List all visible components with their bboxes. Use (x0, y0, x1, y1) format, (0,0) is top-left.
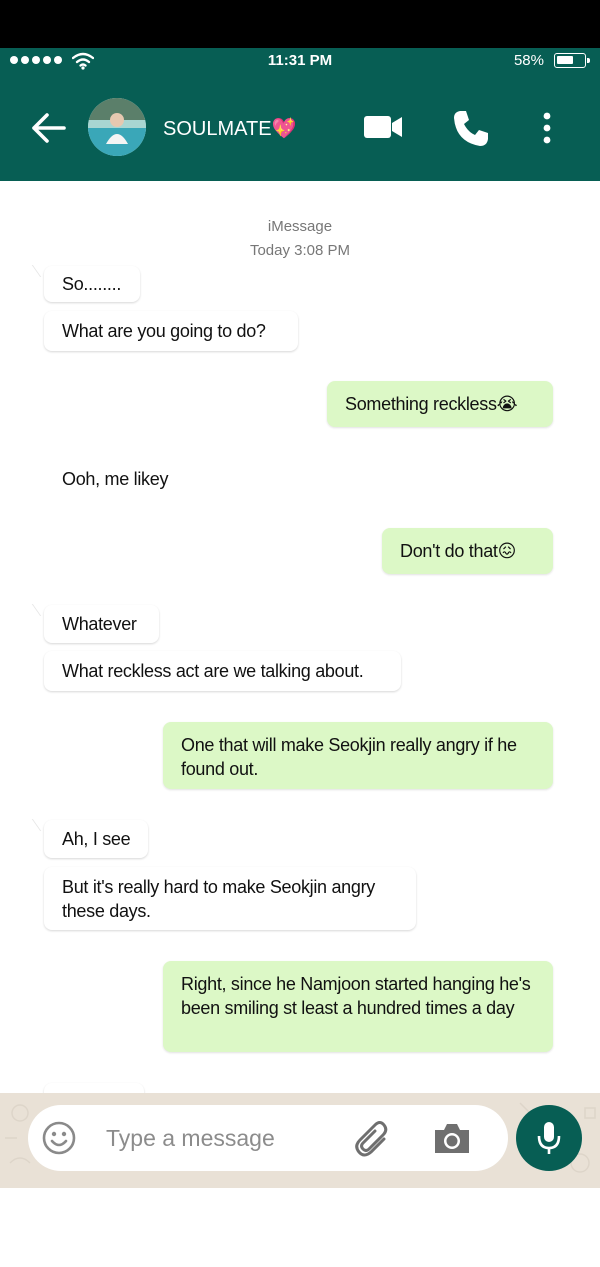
battery-icon (554, 53, 590, 68)
back-arrow-icon[interactable] (30, 110, 68, 146)
message-incoming: Ah, I see (44, 820, 148, 858)
service-label: iMessage (267, 218, 333, 235)
video-call-icon[interactable] (363, 114, 403, 140)
camera-icon[interactable] (432, 1121, 472, 1155)
message-incoming: So........ (44, 266, 140, 302)
message-incoming: What are you going to do? (44, 311, 298, 351)
phone-icon[interactable] (451, 108, 491, 148)
status-time: 11:31 PM (267, 52, 333, 69)
more-vertical-icon[interactable] (540, 112, 554, 144)
composer-bar: Type a message (0, 1093, 600, 1188)
message-outgoing: Don't do that😖 (382, 528, 553, 574)
message-list[interactable]: iMessage Today 3:08 PM So........ What a… (0, 181, 600, 1103)
attach-clip-icon[interactable] (354, 1119, 390, 1157)
battery-percent: 58% (513, 52, 544, 69)
message-incoming: What reckless act are we talking about. (44, 651, 401, 691)
message-outgoing: Right, since he Namjoon started hanging … (163, 961, 553, 1052)
message-incoming: Ooh, me likey (62, 469, 169, 489)
message-outgoing: Something reckless😭 (327, 381, 553, 427)
chat-header: SOULMATE💖 (0, 74, 600, 181)
contact-avatar[interactable] (88, 98, 146, 156)
bottom-blank-area (0, 1188, 600, 1267)
message-incoming: But it's really hard to make Seokjin ang… (44, 867, 416, 930)
mic-button[interactable] (516, 1105, 582, 1171)
contact-name[interactable]: SOULMATE💖 (163, 116, 296, 141)
status-bar: 11:31 PM 58% (0, 48, 600, 74)
message-outgoing: One that will make Seokjin really angry … (163, 722, 553, 789)
emoji-icon[interactable] (42, 1121, 76, 1155)
message-incoming: Whatever (44, 605, 159, 643)
mic-icon (537, 1122, 561, 1154)
chat-timestamp: Today 3:08 PM (249, 242, 351, 259)
message-input[interactable]: Type a message (28, 1105, 508, 1171)
top-black-bar (0, 0, 600, 48)
message-input-placeholder[interactable]: Type a message (106, 1125, 275, 1152)
